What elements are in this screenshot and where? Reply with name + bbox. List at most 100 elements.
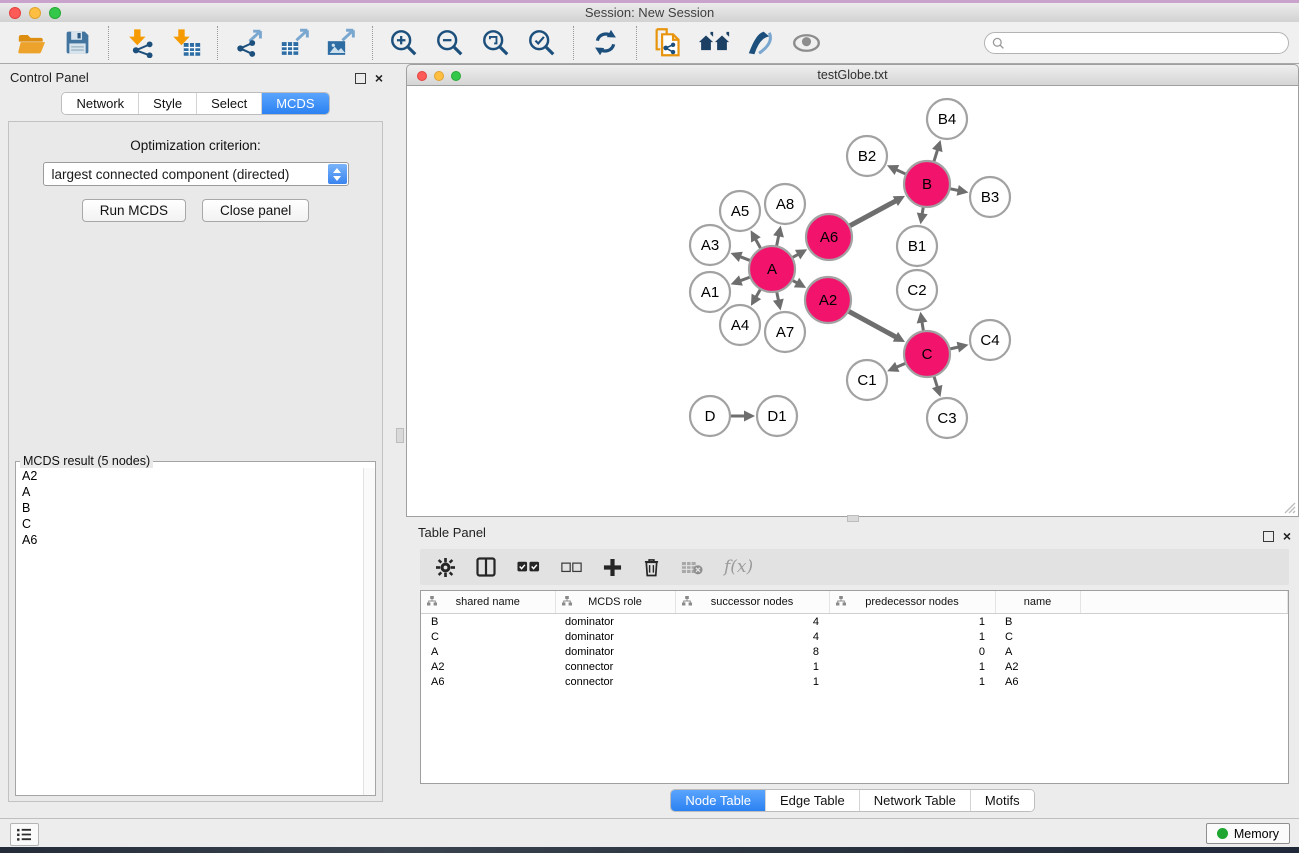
zoom-out-button[interactable]	[434, 27, 466, 59]
export-network-button[interactable]	[233, 27, 265, 59]
search-field[interactable]	[984, 32, 1289, 54]
horizontal-splitter-handle[interactable]	[847, 515, 859, 522]
column-header-predecessor-nodes[interactable]: predecessor nodes	[829, 591, 995, 614]
table-row[interactable]: Bdominator41B	[421, 614, 1288, 630]
graph-node-label: A3	[701, 237, 719, 254]
table-cell[interactable]: 1	[675, 659, 829, 674]
search-input[interactable]	[1009, 35, 1288, 51]
table-cell[interactable]: 1	[829, 629, 995, 644]
table-cell[interactable]: connector	[555, 659, 675, 674]
tab-select[interactable]: Select	[196, 93, 261, 114]
new-network-from-selection-button[interactable]	[652, 27, 684, 59]
table-row[interactable]: A6connector11A6	[421, 674, 1288, 689]
graph-edge-A2-C[interactable]	[847, 311, 897, 338]
table-cell[interactable]: dominator	[555, 614, 675, 630]
table-row[interactable]: Adominator80A	[421, 644, 1288, 659]
open-session-button[interactable]	[15, 27, 47, 59]
column-header-successor-nodes[interactable]: successor nodes	[675, 591, 829, 614]
list-item[interactable]: A6	[16, 532, 375, 548]
toolbar-separator	[108, 26, 109, 60]
graph-node-label: A2	[819, 292, 837, 309]
table-cell[interactable]: A2	[421, 659, 555, 674]
table-cell[interactable]: 1	[675, 674, 829, 689]
resize-grip-icon[interactable]	[1281, 499, 1296, 514]
import-table-button[interactable]	[170, 27, 202, 59]
list-item[interactable]: A	[16, 484, 375, 500]
network-window-titlebar[interactable]: testGlobe.txt	[406, 64, 1299, 86]
export-table-button[interactable]	[279, 27, 311, 59]
table-cell[interactable]: B	[995, 614, 1080, 630]
tab-motifs[interactable]: Motifs	[970, 790, 1034, 811]
list-item[interactable]: B	[16, 500, 375, 516]
table-row[interactable]: A2connector11A2	[421, 659, 1288, 674]
table-cell[interactable]: A2	[995, 659, 1080, 674]
run-mcds-button[interactable]: Run MCDS	[82, 199, 186, 222]
home-panels-button[interactable]	[698, 27, 730, 59]
network-graph[interactable]: AA6A2BCA5A8A3A1A4A7B2B4B3B1C2C4C1C3DD1	[407, 86, 1298, 515]
column-header-shared-name[interactable]: shared name	[421, 591, 555, 614]
table-cell[interactable]: 4	[675, 614, 829, 630]
tab-style[interactable]: Style	[138, 93, 196, 114]
select-all-button[interactable]	[517, 561, 540, 573]
table-cell[interactable]: dominator	[555, 629, 675, 644]
mcds-result-list[interactable]: A2ABCA6	[16, 468, 375, 795]
import-network-button[interactable]	[124, 27, 156, 59]
graph-edge-A6-B[interactable]	[848, 200, 897, 226]
table-cell[interactable]: 1	[829, 659, 995, 674]
table-cell[interactable]: connector	[555, 674, 675, 689]
zoom-in-button[interactable]	[388, 27, 420, 59]
close-panel-button[interactable]: Close panel	[202, 199, 309, 222]
memory-button[interactable]: Memory	[1206, 823, 1290, 844]
table-cell[interactable]: 4	[675, 629, 829, 644]
graph-edge-C-C3[interactable]	[934, 375, 938, 388]
deselect-all-button[interactable]	[561, 562, 582, 573]
table-settings-button[interactable]	[436, 558, 455, 577]
list-item[interactable]: A2	[16, 468, 375, 484]
table-cell[interactable]: A	[995, 644, 1080, 659]
criterion-select[interactable]: largest connected component (directed)	[43, 162, 349, 186]
delete-column-button[interactable]	[643, 557, 660, 577]
graph-edge-B-B4[interactable]	[933, 149, 937, 163]
export-image-icon	[326, 28, 357, 58]
table-cell[interactable]: A6	[995, 674, 1080, 689]
table-cell[interactable]: dominator	[555, 644, 675, 659]
close-table-panel-icon[interactable]: ×	[1283, 532, 1291, 541]
hide-labels-button[interactable]	[744, 27, 776, 59]
graph-node-label: A8	[776, 196, 794, 213]
mcds-panel: Optimization criterion: largest connecte…	[8, 121, 383, 802]
column-header-MCDS-role[interactable]: MCDS role	[555, 591, 675, 614]
table-cell[interactable]: 0	[829, 644, 995, 659]
table-cell[interactable]: 1	[829, 614, 995, 630]
table-cell[interactable]: A6	[421, 674, 555, 689]
tab-network[interactable]: Network	[62, 93, 138, 114]
table-cell[interactable]: B	[421, 614, 555, 630]
task-history-button[interactable]	[10, 823, 39, 846]
toggle-view-button[interactable]	[790, 27, 822, 59]
zoom-fit-button[interactable]	[480, 27, 512, 59]
close-panel-icon[interactable]: ×	[375, 74, 383, 83]
network-canvas[interactable]: AA6A2BCA5A8A3A1A4A7B2B4B3B1C2C4C1C3DD1	[406, 86, 1299, 517]
table-row[interactable]: Cdominator41C	[421, 629, 1288, 644]
save-session-button[interactable]	[61, 27, 93, 59]
export-image-button[interactable]	[325, 27, 357, 59]
tab-node-table[interactable]: Node Table	[671, 790, 765, 811]
list-item[interactable]: C	[16, 516, 375, 532]
float-panel-icon[interactable]	[355, 73, 366, 84]
refresh-button[interactable]	[589, 27, 621, 59]
column-header-name[interactable]: name	[995, 591, 1080, 614]
list-scrollbar[interactable]	[363, 468, 375, 795]
table-cell[interactable]: A	[421, 644, 555, 659]
vertical-splitter-handle[interactable]	[396, 428, 404, 443]
table-cell[interactable]: C	[995, 629, 1080, 644]
tab-mcds[interactable]: MCDS	[261, 93, 328, 114]
table-cell[interactable]: C	[421, 629, 555, 644]
tab-edge-table[interactable]: Edge Table	[765, 790, 859, 811]
select-columns-button[interactable]	[476, 557, 496, 577]
tab-network-table[interactable]: Network Table	[859, 790, 970, 811]
float-table-panel-icon[interactable]	[1263, 531, 1274, 542]
table-cell[interactable]: 1	[829, 674, 995, 689]
table-cell[interactable]: 8	[675, 644, 829, 659]
add-column-button[interactable]	[603, 558, 622, 577]
zoom-selected-button[interactable]	[526, 27, 558, 59]
node-table[interactable]: shared nameMCDS rolesuccessor nodesprede…	[420, 590, 1289, 784]
